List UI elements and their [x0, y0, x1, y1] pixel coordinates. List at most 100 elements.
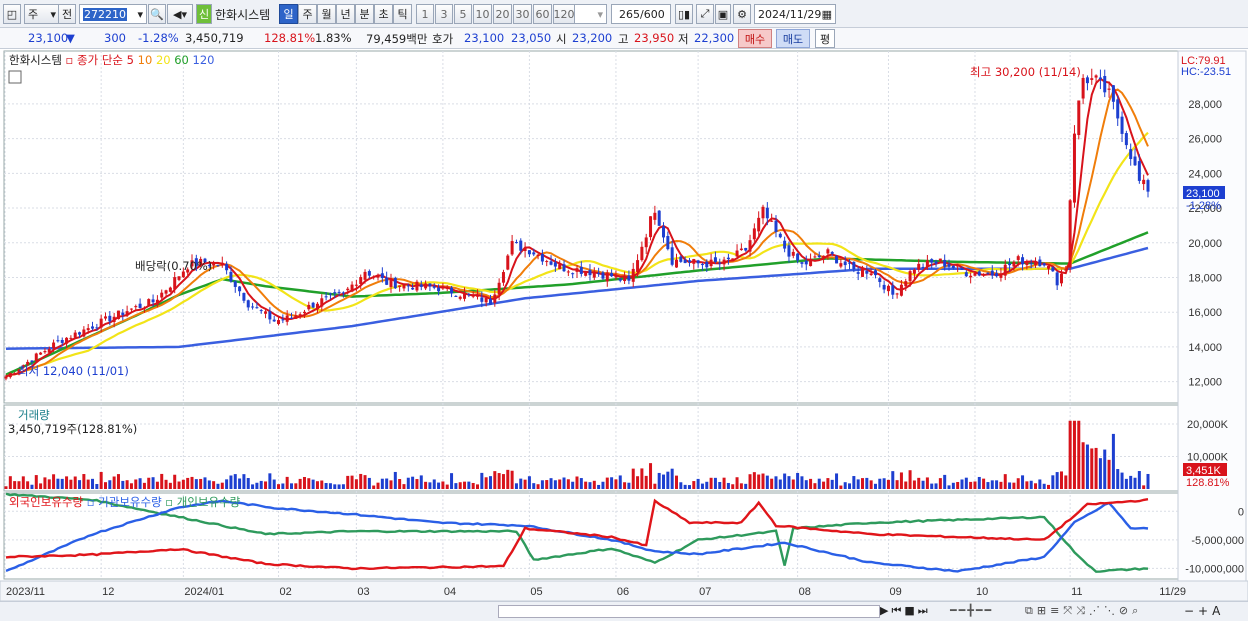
volume-bar [160, 473, 164, 489]
count-field[interactable]: 265/600 [611, 4, 671, 24]
volume-bar [389, 480, 393, 489]
interval-select[interactable]: ▾ [571, 4, 607, 24]
volume-bar [856, 479, 860, 489]
volume-bar [393, 471, 397, 489]
volume-bar [947, 485, 951, 489]
volume-bar [56, 478, 60, 489]
candle-body [112, 316, 116, 322]
period-4-button[interactable]: 분 [355, 4, 374, 24]
buy-button[interactable]: 매수 [738, 29, 772, 48]
market-select[interactable]: 주 ▾ [24, 4, 60, 24]
legend-series-label: ▫ 종가 단순 [62, 53, 127, 67]
candle-body [307, 304, 311, 310]
interval-5-button[interactable]: 5 [454, 4, 472, 24]
candle-body [1090, 78, 1094, 80]
volume-bar [623, 482, 627, 489]
volume-bar [787, 476, 791, 489]
candle-body [1059, 273, 1063, 284]
crosshair-icon[interactable]: ⤢ [696, 4, 714, 24]
search-icon[interactable]: 🔍 [148, 4, 166, 24]
date-field[interactable]: 2024/11/29 ▦ [754, 4, 836, 24]
legend-ma-5: 5 [127, 53, 138, 67]
candle-body [813, 256, 817, 258]
candle-body [579, 266, 583, 274]
volume-bar [346, 475, 350, 489]
speaker-icon[interactable]: ◀▾ [167, 4, 193, 24]
volume-bar [467, 481, 471, 489]
candle-body [636, 260, 640, 272]
period-3-button[interactable]: 년 [336, 4, 355, 24]
price-tick-label: 24,000 [1188, 168, 1222, 180]
eval-button[interactable]: 평 [815, 29, 835, 48]
candle-body [718, 262, 722, 264]
period-2-button[interactable]: 월 [317, 4, 336, 24]
volume-bar [333, 484, 337, 489]
interval-10-button[interactable]: 10 [473, 4, 492, 24]
zoom-controls-icon[interactable]: −+A [1184, 604, 1224, 618]
ma60-line [5, 231, 1149, 376]
interval-3-button[interactable]: 3 [435, 4, 453, 24]
scroll-bar[interactable]: ▶⏮■⏭ ━━╋━━ ⧉⊞≡⤧⤨⋰⋱⊘⌕ −+A [0, 601, 1248, 621]
period-6-button[interactable]: 틱 [393, 4, 412, 24]
volume-bar [956, 481, 960, 489]
candle-body [142, 307, 146, 309]
candle-body [904, 281, 908, 287]
volume-bar [1042, 483, 1046, 489]
volume-bar [631, 468, 635, 489]
candle-body [597, 272, 601, 274]
stock-chart[interactable]: 12,00014,00016,00018,00020,00022,00024,0… [0, 49, 1248, 601]
volume-bar [1111, 433, 1115, 489]
volume-bar [536, 484, 540, 489]
zoom-slider-icon[interactable]: ━━╋━━ [950, 604, 993, 617]
code-input[interactable]: 272210 ▾ [79, 4, 147, 24]
candle-body [796, 253, 800, 261]
candle-body [463, 293, 467, 299]
prev-button[interactable]: 전 [58, 4, 76, 24]
candle-body [610, 273, 614, 277]
drawing-tools-icon[interactable]: ⧉⊞≡⤧⤨⋰⋱⊘⌕ [1025, 604, 1142, 618]
sell-button[interactable]: 매도 [776, 29, 810, 48]
volume-bar [315, 481, 319, 489]
volume-bar [562, 477, 566, 489]
scroll-thumb[interactable] [498, 605, 880, 618]
volume-bar [549, 478, 553, 489]
window-menu-icon[interactable]: ◰ [3, 4, 21, 24]
candle-body [532, 252, 536, 255]
scroll-controls-icon[interactable]: ▶⏮■⏭ [880, 604, 931, 618]
volume-bar [108, 480, 112, 489]
candle-body [705, 261, 709, 268]
period-1-button[interactable]: 주 [298, 4, 317, 24]
volume-bar [895, 480, 899, 489]
candle-body [848, 262, 852, 264]
interval-30-button[interactable]: 30 [513, 4, 532, 24]
candle-body [160, 292, 164, 298]
volume-bar [679, 482, 683, 489]
candle-body [147, 299, 151, 306]
candle-body [653, 212, 657, 220]
candle-body [627, 275, 631, 281]
interval-120-button[interactable]: 120 [553, 4, 575, 24]
candle-body [151, 299, 155, 303]
interval-20-button[interactable]: 20 [493, 4, 512, 24]
interval-60-button[interactable]: 60 [533, 4, 552, 24]
candle-body [584, 271, 588, 276]
volume-bar [908, 470, 912, 489]
volume-bar [584, 481, 588, 489]
candle-body [419, 284, 423, 287]
volume-bar [662, 474, 666, 489]
candle-body [1129, 149, 1133, 160]
period-0-button[interactable]: 일 [279, 4, 298, 24]
candle-body [1085, 77, 1089, 84]
period-5-button[interactable]: 초 [374, 4, 393, 24]
candle-body [852, 261, 856, 270]
candle-body [164, 290, 168, 294]
candle-body [778, 233, 782, 238]
candle-body [687, 260, 691, 263]
volume-bar [17, 481, 21, 489]
save-icon[interactable]: ▣ [715, 4, 731, 24]
volume-bar [1129, 475, 1133, 489]
volume-bar [103, 482, 107, 489]
gear-icon[interactable]: ⚙ [733, 4, 751, 24]
candle-type-icon[interactable]: ▯▮ [675, 4, 693, 24]
interval-1-button[interactable]: 1 [416, 4, 434, 24]
